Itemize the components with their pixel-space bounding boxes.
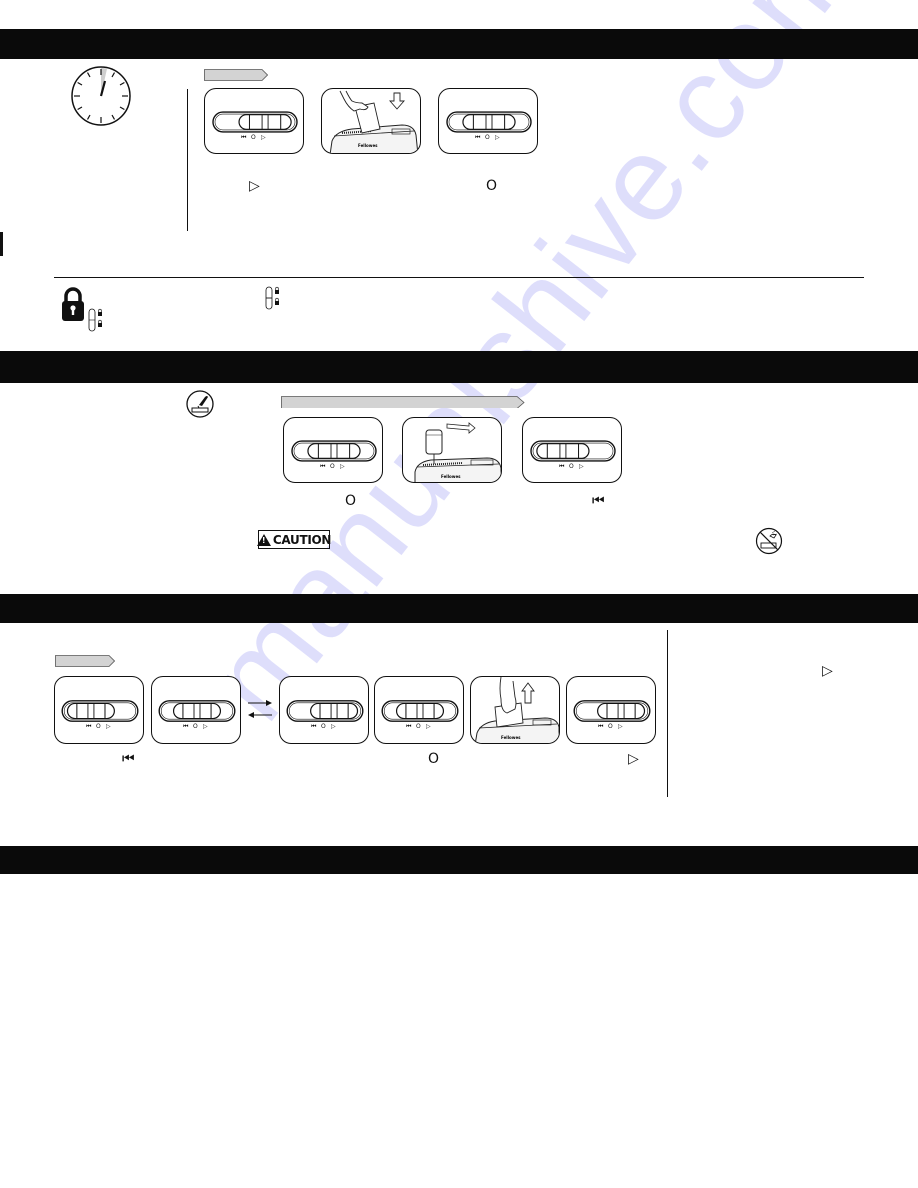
slide-switch-reverse: ⏮ O ▷ [530, 440, 616, 470]
switch-position-label: O [485, 134, 490, 141]
switch-position-label: ▷ [340, 463, 345, 470]
hand-inserting-paper-illustration: Fellowes [329, 90, 419, 153]
switch-position-label: O [608, 723, 613, 730]
step-panel-oil-slot: Fellowes [402, 417, 502, 483]
slide-switch-off: ⏮ O ▷ [158, 700, 236, 730]
switch-position-label: O [321, 723, 326, 730]
switch-position-label: ⏮ [86, 723, 92, 730]
oil-shredder-icon [186, 390, 214, 423]
switch-position-label: ⏮ [311, 723, 317, 730]
step-panel-switch: ⏮ O ▷ [204, 88, 304, 154]
svg-text:Fellowes: Fellowes [441, 474, 461, 479]
no-aerosol-icon [755, 527, 783, 560]
switch-position-label: ▷ [579, 463, 584, 470]
switch-position-label: ▷ [618, 723, 623, 730]
svg-text:Fellowes: Fellowes [501, 735, 521, 740]
switch-position-label: ▷ [203, 723, 208, 730]
clock-icon [70, 65, 132, 132]
switch-position-label: ▷ [106, 723, 111, 730]
divider-vertical [667, 630, 668, 797]
auto-on-symbol: ▷ [249, 178, 260, 194]
safety-lock-switch-icon [88, 308, 106, 337]
reverse-symbol: ⏮ [592, 493, 605, 509]
step-panel-switch: ⏮ O ▷ [283, 417, 383, 483]
step-panel-switch: ⏮ O ▷ [279, 676, 369, 744]
switch-position-label: ▷ [331, 723, 336, 730]
caution-label: CAUTION [256, 530, 331, 549]
auto-on-symbol: ▷ [822, 663, 833, 679]
slide-switch-auto_on: ⏮ O ▷ [573, 700, 651, 730]
safety-lock-switch-icon [265, 286, 283, 315]
svg-text:Fellowes: Fellowes [358, 143, 378, 148]
warning-triangle-icon [256, 533, 271, 546]
divider-vertical [187, 89, 188, 231]
switch-position-label: ▷ [426, 723, 431, 730]
switch-position-label: ⏮ [183, 723, 189, 730]
section-header-bar-4 [0, 846, 918, 874]
switch-position-label: ▷ [261, 134, 266, 141]
off-symbol: O [345, 493, 357, 509]
section-header-bar-2 [0, 351, 918, 383]
step-panel-switch: ⏮ O ▷ [151, 676, 241, 744]
switch-position-label: O [569, 463, 574, 470]
oil-bottle-over-slot-illustration: Fellowes [414, 422, 501, 482]
step-panel-switch: ⏮ O ▷ [522, 417, 622, 483]
slide-switch-reverse: ⏮ O ▷ [61, 700, 139, 730]
step-panel-switch: ⏮ O ▷ [54, 676, 144, 744]
slide-switch-auto_on: ⏮ O ▷ [286, 700, 364, 730]
slide-switch-off: ⏮ O ▷ [446, 111, 532, 141]
margin-mark [0, 232, 3, 256]
switch-position-label: ⏮ [559, 463, 565, 470]
off-symbol: O [486, 178, 498, 194]
switch-position-label: ⏮ [406, 723, 412, 730]
switch-position-label: O [96, 723, 101, 730]
hand-removing-paper-illustration: Fellowes [474, 677, 559, 743]
padlock-icon [61, 287, 85, 327]
section-header-bar-1 [0, 29, 918, 59]
switch-position-label: ▷ [495, 134, 500, 141]
slide-switch-off: ⏮ O ▷ [291, 440, 377, 470]
switch-position-label: ⏮ [320, 463, 326, 470]
repeat-arrows [246, 697, 274, 726]
step-arrow-tab [281, 396, 525, 408]
step-arrow-tab [204, 69, 268, 81]
slide-switch-off: ⏮ O ▷ [381, 700, 459, 730]
step-arrow-tab [55, 655, 115, 667]
step-panel-remove-paper: Fellowes [470, 676, 560, 744]
step-panel-insert-paper: Fellowes [321, 88, 421, 154]
divider-horizontal [54, 277, 864, 278]
switch-position-label: ⏮ [241, 134, 247, 141]
section-header-bar-3 [0, 594, 918, 623]
switch-position-label: ⏮ [598, 723, 604, 730]
step-panel-switch: ⏮ O ▷ [566, 676, 656, 744]
step-panel-switch: ⏮ O ▷ [438, 88, 538, 154]
slide-switch-auto_on: ⏮ O ▷ [212, 111, 298, 141]
switch-position-label: ⏮ [475, 134, 481, 141]
reverse-symbol: ⏮ [122, 751, 135, 767]
step-panel-switch: ⏮ O ▷ [374, 676, 464, 744]
switch-position-label: O [193, 723, 198, 730]
switch-position-label: O [330, 463, 335, 470]
auto-on-symbol: ▷ [628, 751, 639, 767]
switch-position-label: O [251, 134, 256, 141]
off-symbol: O [428, 751, 440, 767]
switch-position-label: O [416, 723, 421, 730]
